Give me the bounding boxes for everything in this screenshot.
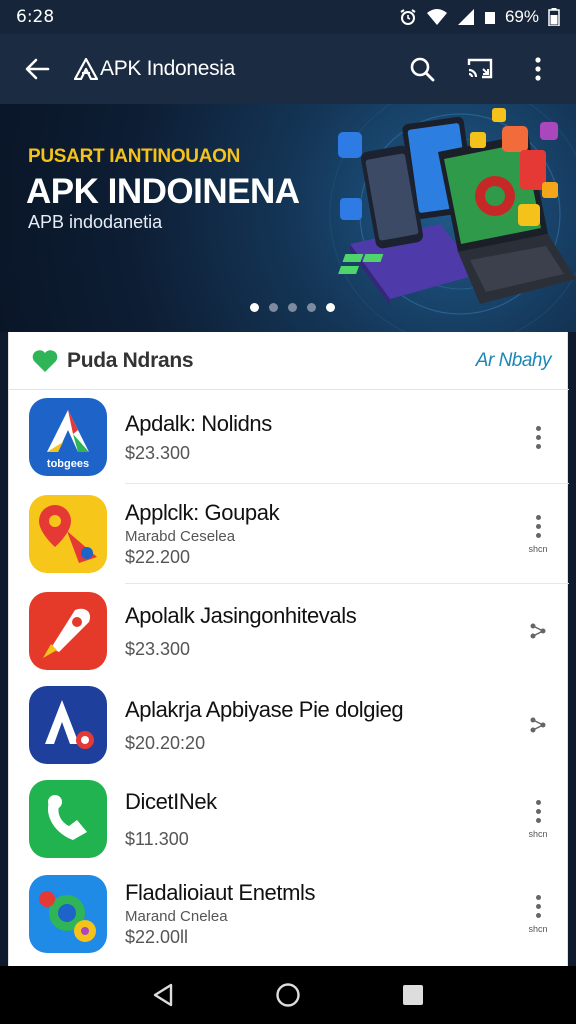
battery-icon: [548, 8, 560, 26]
app-icon: [29, 495, 107, 573]
app-icon: [29, 686, 107, 764]
nav-home-button[interactable]: [264, 971, 312, 1019]
share-icon: [530, 623, 546, 639]
banner-headline: APK INDOINENA: [26, 172, 300, 211]
banner-eyebrow: PUSART IANTINOUAON: [28, 146, 241, 167]
battery-level: 69%: [504, 7, 539, 26]
app-price: $20.20:20: [125, 732, 206, 753]
app-developer: Marabd Ceselea: [125, 528, 236, 545]
app-title-text: APK Indonesia: [100, 57, 236, 80]
share-button[interactable]: [521, 603, 555, 659]
signal-icon: [457, 8, 475, 26]
apk-logo-icon: [74, 58, 98, 80]
alarm-icon: [399, 8, 417, 26]
section-header: Puda Ndrans Ar Nbahy: [9, 332, 569, 390]
app-title: APK Indonesia: [74, 57, 235, 81]
more-vert-icon: [535, 57, 541, 81]
carousel-dot[interactable]: [307, 303, 316, 312]
banner-subline: APB indodanetia: [28, 212, 163, 232]
app-name: Aplakrja Apbiyase Pie dolgieg: [125, 696, 404, 722]
status-time: 6:28: [16, 7, 55, 27]
app-list-item[interactable]: Applclk: Goupak Marabd Ceselea $22.200 s…: [9, 484, 569, 584]
share-icon: [530, 717, 546, 733]
app-bar: APK Indonesia: [0, 34, 576, 104]
banner-devices-illustration: [329, 104, 576, 332]
circle-home-icon: [276, 983, 300, 1007]
square-recents-icon: [403, 985, 424, 1005]
promo-banner[interactable]: PUSART IANTINOUAON APK INDOINENA APB ind…: [0, 104, 576, 332]
item-menu-note: shcn: [528, 828, 548, 839]
nav-recents-button[interactable]: [389, 971, 437, 1019]
app-icon: [29, 592, 107, 670]
app-name: Fladalioiaut Enetmls: [125, 880, 316, 905]
notification-icon: [484, 9, 496, 25]
section-title: Puda Ndrans: [67, 348, 194, 372]
triangle-back-icon: [153, 983, 172, 1007]
share-button[interactable]: [521, 697, 555, 753]
search-button[interactable]: [402, 49, 442, 89]
item-menu-button[interactable]: [521, 409, 555, 465]
app-name: DicetINek: [125, 788, 217, 814]
carousel-dot[interactable]: [250, 303, 259, 312]
app-list-item[interactable]: Aplakrja Apbiyase Pie dolgieg $20.20:20: [9, 678, 569, 772]
app-list-item[interactable]: Fladalioiaut Enetmls Marand Cnelea $22.0…: [9, 866, 569, 962]
app-developer: Marand Cnelea: [125, 908, 228, 925]
app-list-item[interactable]: DicetINek $11.300 shcn: [9, 772, 569, 866]
carousel-indicator[interactable]: [250, 303, 335, 312]
item-menu-note: shcn: [528, 543, 548, 554]
cast-icon: [467, 58, 493, 79]
carousel-dot[interactable]: [326, 303, 335, 312]
app-icon-label: tobgees: [47, 458, 89, 470]
nav-back-button[interactable]: [139, 971, 187, 1019]
heart-icon: [32, 349, 58, 372]
item-menu-button[interactable]: shcn: [521, 791, 555, 847]
app-name: Applclk: Goupak: [125, 500, 280, 525]
app-price: $22.200: [125, 547, 191, 567]
overflow-menu-button[interactable]: [518, 49, 558, 89]
app-icon: [29, 780, 107, 858]
app-icon: tobgees: [29, 398, 107, 476]
app-list-item[interactable]: Apolalk Jasingonhitevals $23.300: [9, 584, 569, 678]
back-button[interactable]: [0, 34, 74, 104]
app-name: Apolalk Jasingonhitevals: [125, 602, 357, 628]
app-list-section: Puda Ndrans Ar Nbahy tobgees Apdalk: Nol…: [8, 332, 569, 966]
back-arrow-icon: [25, 58, 50, 80]
carousel-dot[interactable]: [269, 303, 278, 312]
system-nav-bar: [0, 966, 576, 1024]
wifi-icon: [426, 8, 448, 26]
item-menu-button[interactable]: shcn: [521, 506, 555, 562]
search-icon: [410, 57, 435, 82]
app-price: $23.300: [125, 442, 191, 463]
carousel-dot[interactable]: [288, 303, 297, 312]
app-price: $23.300: [125, 638, 191, 659]
app-list-item[interactable]: tobgees Apdalk: Nolidns $23.300: [9, 390, 569, 484]
app-icon: [29, 875, 107, 953]
item-menu-button[interactable]: shcn: [521, 886, 555, 942]
app-price: $11.300: [125, 828, 189, 849]
item-menu-note: shcn: [528, 923, 548, 934]
status-bar: 6:28 69%: [0, 0, 576, 34]
app-price: $22.00ll: [125, 927, 189, 947]
app-name: Apdalk: Nolidns: [125, 410, 272, 436]
cast-button[interactable]: [460, 49, 500, 89]
see-more-link[interactable]: Ar Nbahy: [476, 350, 552, 372]
